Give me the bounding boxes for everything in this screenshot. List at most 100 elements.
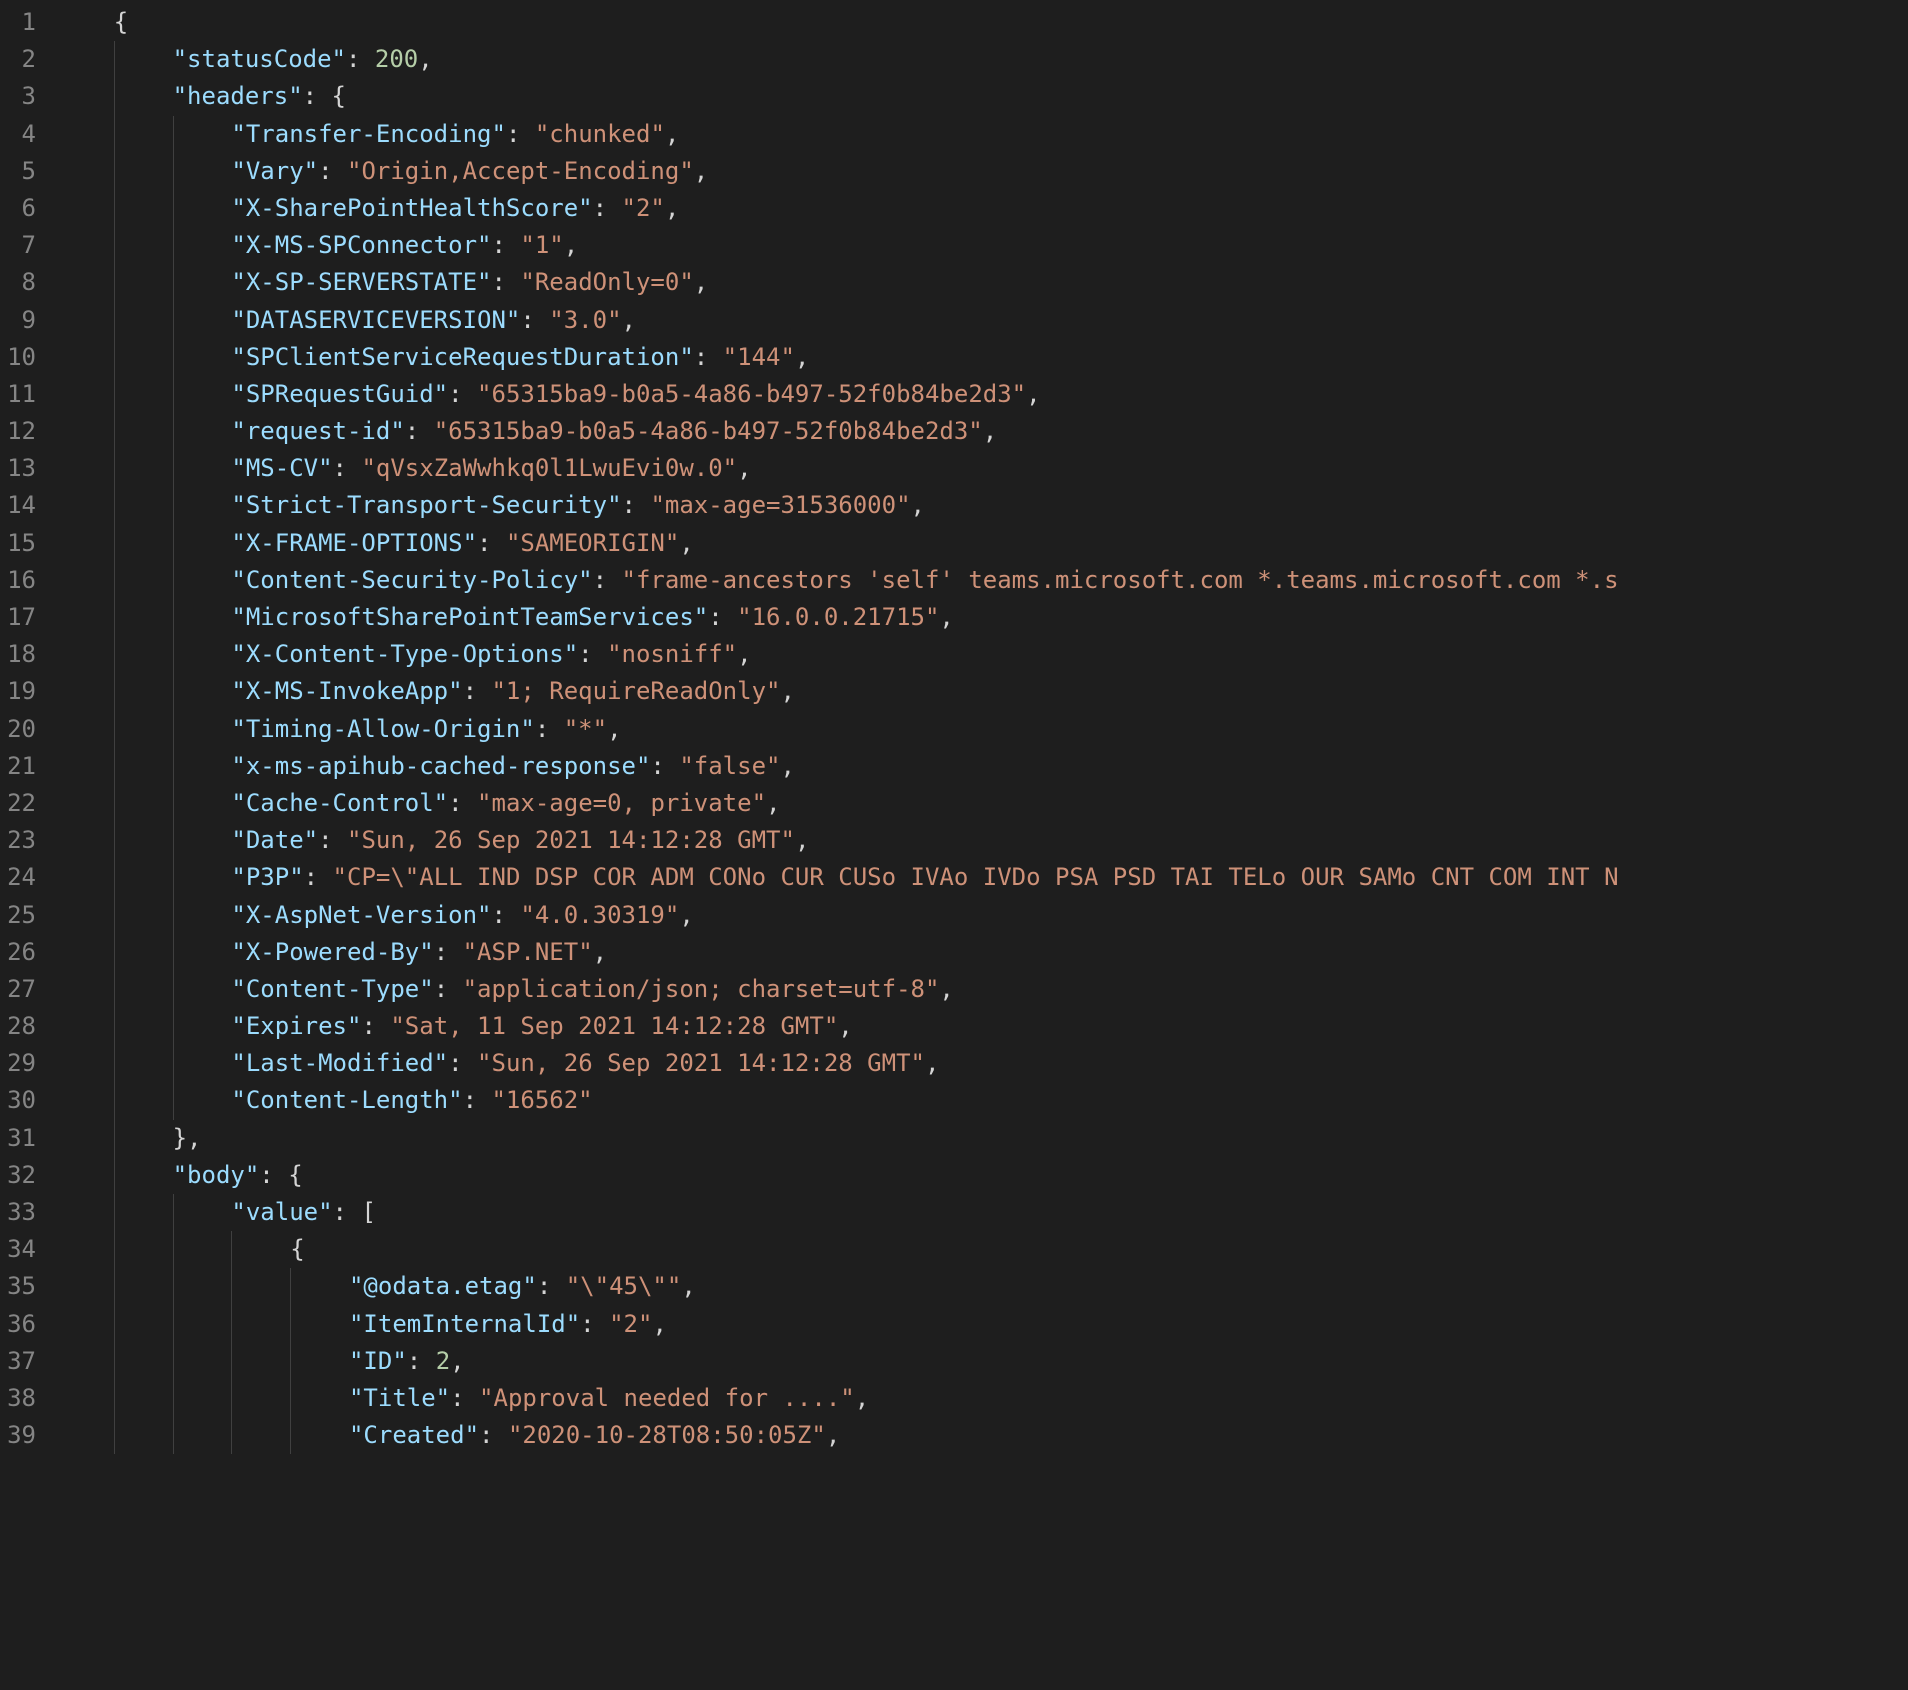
line-number: 36	[0, 1306, 48, 1343]
code-line[interactable]: "DATASERVICEVERSION": "3.0",	[56, 302, 1908, 339]
code-line[interactable]: "Vary": "Origin,Accept-Encoding",	[56, 153, 1908, 190]
indent-guide	[114, 376, 115, 413]
code-line[interactable]: "Timing-Allow-Origin": "*",	[56, 711, 1908, 748]
code-line[interactable]: "@odata.etag": "\"45\"",	[56, 1268, 1908, 1305]
code-line[interactable]: "Expires": "Sat, 11 Sep 2021 14:12:28 GM…	[56, 1008, 1908, 1045]
code-line[interactable]: "Created": "2020-10-28T08:50:05Z",	[56, 1417, 1908, 1454]
token-string: "4.0.30319"	[520, 901, 679, 929]
code-line[interactable]: "x-ms-apihub-cached-response": "false",	[56, 748, 1908, 785]
code-line[interactable]: "SPClientServiceRequestDuration": "144",	[56, 339, 1908, 376]
code-line[interactable]: {	[56, 1231, 1908, 1268]
code-line[interactable]: "Content-Type": "application/json; chars…	[56, 971, 1908, 1008]
indent-guide	[114, 1120, 115, 1157]
code-line[interactable]: "Strict-Transport-Security": "max-age=31…	[56, 487, 1908, 524]
token-string: "nosniff"	[607, 640, 737, 668]
token-string: "ReadOnly=0"	[520, 268, 693, 296]
code-line[interactable]: "ItemInternalId": "2",	[56, 1306, 1908, 1343]
line-number: 1	[0, 4, 48, 41]
indent-guide	[173, 525, 174, 562]
indent-guide	[114, 711, 115, 748]
line-number: 27	[0, 971, 48, 1008]
token-punct: :	[463, 1086, 492, 1114]
code-line[interactable]: "headers": {	[56, 78, 1908, 115]
token-key: "Strict-Transport-Security"	[231, 491, 621, 519]
token-string: "1; RequireReadOnly"	[491, 677, 780, 705]
token-punct: ,	[855, 1384, 869, 1412]
indent-guide	[114, 1008, 115, 1045]
token-punct: :	[535, 715, 564, 743]
token-punct: ,	[795, 343, 809, 371]
token-key: "X-Powered-By"	[231, 938, 433, 966]
token-punct: :	[304, 863, 333, 891]
indent-guide	[114, 339, 115, 376]
code-editor[interactable]: 1234567891011121314151617181920212223242…	[0, 0, 1908, 1454]
code-line[interactable]: "body": {	[56, 1157, 1908, 1194]
code-line[interactable]: "Transfer-Encoding": "chunked",	[56, 116, 1908, 153]
token-string: "3.0"	[549, 306, 621, 334]
line-number: 2	[0, 41, 48, 78]
token-key: "body"	[173, 1161, 260, 1189]
code-line[interactable]: "X-SharePointHealthScore": "2",	[56, 190, 1908, 227]
line-number: 32	[0, 1157, 48, 1194]
code-line[interactable]: "Cache-Control": "max-age=0, private",	[56, 785, 1908, 822]
indent-guide	[290, 1306, 291, 1343]
token-key: "Last-Modified"	[231, 1049, 448, 1077]
token-key: "X-SharePointHealthScore"	[231, 194, 592, 222]
indent-guide	[173, 1008, 174, 1045]
code-line[interactable]: },	[56, 1120, 1908, 1157]
code-line[interactable]: "P3P": "CP=\"ALL IND DSP COR ADM CONo CU…	[56, 859, 1908, 896]
token-punct: :	[650, 752, 679, 780]
token-key: "SPClientServiceRequestDuration"	[231, 343, 693, 371]
code-line[interactable]: {	[56, 4, 1908, 41]
code-line[interactable]: "X-MS-InvokeApp": "1; RequireReadOnly",	[56, 673, 1908, 710]
token-string: "max-age=31536000"	[650, 491, 910, 519]
code-line[interactable]: "Title": "Approval needed for ....",	[56, 1380, 1908, 1417]
token-key: "value"	[231, 1198, 332, 1226]
token-key: "Timing-Allow-Origin"	[231, 715, 534, 743]
token-brace: {	[290, 1235, 304, 1263]
code-content[interactable]: { "statusCode": 200, "headers": { "Trans…	[56, 4, 1908, 1454]
indent-guide	[173, 636, 174, 673]
code-line[interactable]: "request-id": "65315ba9-b0a5-4a86-b497-5…	[56, 413, 1908, 450]
token-punct: :	[434, 975, 463, 1003]
code-line[interactable]: "MS-CV": "qVsxZaWwhkq0l1LwuEvi0w.0",	[56, 450, 1908, 487]
token-punct: :	[448, 380, 477, 408]
token-punct: ,	[983, 417, 997, 445]
token-string: "*"	[564, 715, 607, 743]
token-string: "frame-ancestors 'self' teams.microsoft.…	[622, 566, 1619, 594]
token-punct: ,	[679, 529, 693, 557]
code-line[interactable]: "ID": 2,	[56, 1343, 1908, 1380]
code-line[interactable]: "X-MS-SPConnector": "1",	[56, 227, 1908, 264]
code-line[interactable]: "X-AspNet-Version": "4.0.30319",	[56, 897, 1908, 934]
indent-guide	[114, 1343, 115, 1380]
token-punct: :	[578, 640, 607, 668]
indent-guide	[173, 822, 174, 859]
token-string: "application/json; charset=utf-8"	[463, 975, 940, 1003]
code-line[interactable]: "X-Content-Type-Options": "nosniff",	[56, 636, 1908, 673]
indent-guide	[290, 1417, 291, 1454]
code-line[interactable]: "SPRequestGuid": "65315ba9-b0a5-4a86-b49…	[56, 376, 1908, 413]
code-line[interactable]: "statusCode": 200,	[56, 41, 1908, 78]
code-line[interactable]: "X-FRAME-OPTIONS": "SAMEORIGIN",	[56, 525, 1908, 562]
code-line[interactable]: "Date": "Sun, 26 Sep 2021 14:12:28 GMT",	[56, 822, 1908, 859]
indent-guide	[231, 1231, 232, 1268]
token-key: "statusCode"	[173, 45, 346, 73]
token-punct: ,	[665, 194, 679, 222]
indent-guide	[173, 673, 174, 710]
token-punct: ,	[607, 715, 621, 743]
token-key: "x-ms-apihub-cached-response"	[231, 752, 650, 780]
token-string: "ASP.NET"	[463, 938, 593, 966]
code-line[interactable]: "MicrosoftSharePointTeamServices": "16.0…	[56, 599, 1908, 636]
line-number: 39	[0, 1417, 48, 1454]
code-line[interactable]: "Last-Modified": "Sun, 26 Sep 2021 14:12…	[56, 1045, 1908, 1082]
token-key: "Vary"	[231, 157, 318, 185]
token-punct: :	[318, 826, 347, 854]
code-line[interactable]: "Content-Length": "16562"	[56, 1082, 1908, 1119]
code-line[interactable]: "X-Powered-By": "ASP.NET",	[56, 934, 1908, 971]
indent-guide	[173, 227, 174, 264]
code-line[interactable]: "X-SP-SERVERSTATE": "ReadOnly=0",	[56, 264, 1908, 301]
token-punct: ,	[679, 901, 693, 929]
code-line[interactable]: "value": [	[56, 1194, 1908, 1231]
code-line[interactable]: "Content-Security-Policy": "frame-ancest…	[56, 562, 1908, 599]
token-string: "false"	[679, 752, 780, 780]
